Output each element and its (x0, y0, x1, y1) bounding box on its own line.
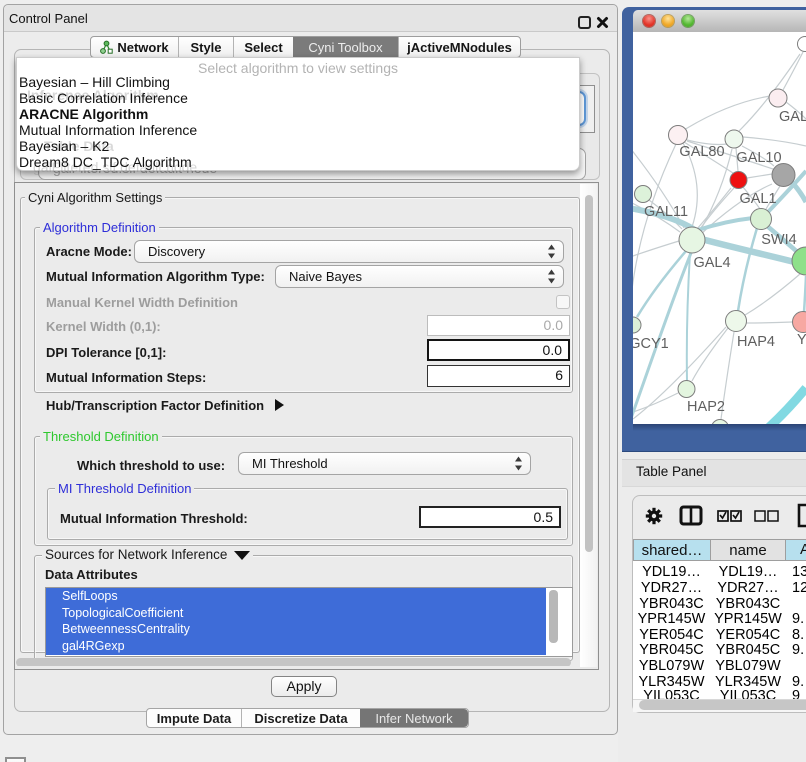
svg-text:GAL10: GAL10 (736, 150, 781, 166)
svg-text:GAL4: GAL4 (693, 255, 730, 271)
svg-text:GAL1: GAL1 (739, 191, 776, 207)
svg-text:GCY1: GCY1 (633, 336, 669, 352)
svg-text:GAL80: GAL80 (679, 144, 724, 160)
svg-text:SWI4: SWI4 (761, 232, 796, 248)
svg-text:GAL11: GAL11 (644, 204, 688, 220)
svg-text:YJ: YJ (797, 332, 806, 348)
svg-text:HAP2: HAP2 (687, 399, 725, 415)
svg-text:GAL2: GAL2 (779, 109, 806, 125)
svg-text:HAP4: HAP4 (737, 334, 775, 350)
